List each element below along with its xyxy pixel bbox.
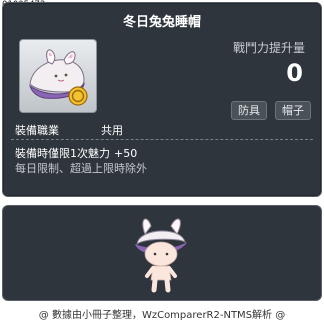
footer-credit: @ 數據由小冊子整理，WzComparerR2-NTMS解析 @ [38,310,286,321]
equip-effect: 裝備時僅限1次魅力 +50 [15,145,137,161]
character-preview-icon [135,218,187,293]
divider [11,139,313,141]
tag-cap: 帽子 [275,101,311,120]
equip-effect-value: +50 [114,147,138,160]
item-title: 冬日兔兔睡帽 [122,15,201,30]
potential-value: 0 [286,59,303,87]
item-tooltip-panel: 冬日兔兔睡帽 戰鬥力提升量 0 防具 帽子 裝備職業 共用 裝備時僅限1次魅力 +… [2,2,322,197]
potential-label: 戰鬥力提升量 [232,41,305,55]
equip-job-value: 共用 [101,124,123,137]
item-icon-frame [19,39,97,113]
tag-armor: 防具 [231,101,267,120]
item-description: 每日限制、超過上限時除外 [15,162,147,175]
equip-effect-label: 裝備時僅限1次魅力 [15,147,110,160]
character-preview-panel [2,205,322,301]
bunny-sleeping-cap-icon [29,49,88,106]
equip-job-label: 裝備職業 [15,124,59,137]
